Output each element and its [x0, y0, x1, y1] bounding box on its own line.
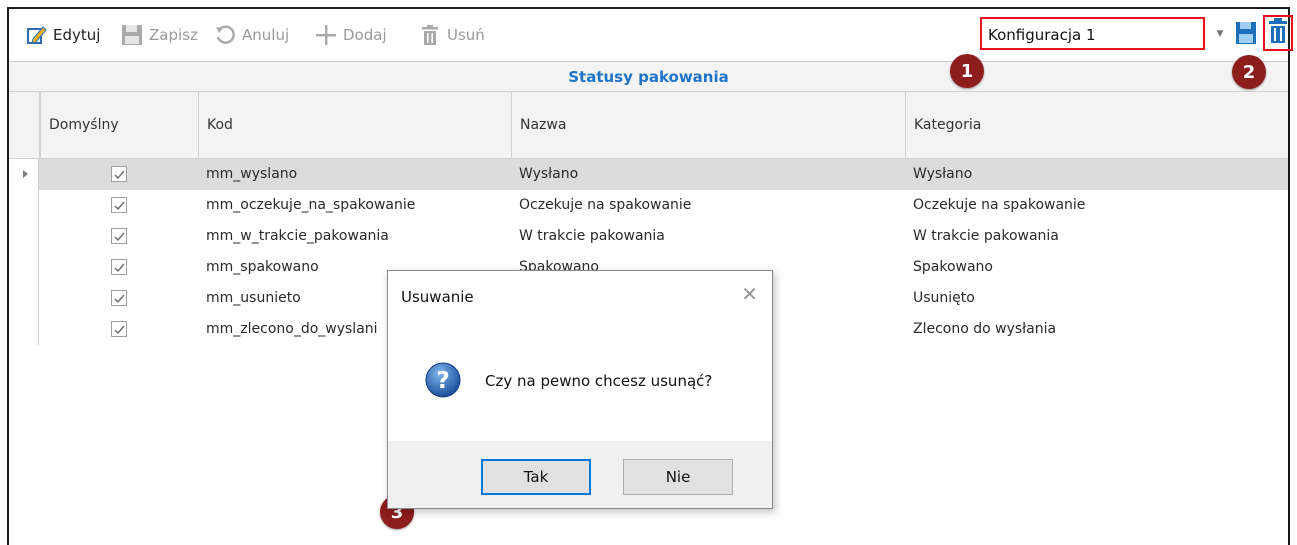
row-indicator-header	[9, 92, 40, 159]
row-pointer-icon	[23, 170, 28, 178]
column-header-default[interactable]: Domyślny	[40, 92, 198, 159]
toolbar: Edytuj Zapisz Anuluj Dodaj Usuń Konfigur…	[9, 9, 1293, 61]
column-header-category[interactable]: Kategoria	[905, 92, 1288, 159]
cell-code[interactable]: mm_wyslano	[198, 159, 511, 190]
edit-label: Edytuj	[53, 26, 101, 44]
trash-icon	[1268, 18, 1288, 48]
no-button[interactable]: Nie	[623, 459, 733, 495]
dialog-message: Czy na pewno chcesz usunąć?	[485, 372, 713, 390]
configuration-select[interactable]: Konfiguracja 1	[980, 17, 1205, 50]
row-indicator[interactable]	[9, 283, 39, 314]
table-row[interactable]: mm_w_trakcie_pakowania W trakcie pakowani…	[9, 221, 1288, 252]
delete-confirm-dialog: Usuwanie ✕ ? Czy na pewno chcesz usunąć?…	[387, 270, 773, 509]
cell-name[interactable]: Oczekuje na spakowanie	[511, 190, 905, 221]
add-button[interactable]: Dodaj	[315, 22, 387, 48]
cell-code[interactable]: mm_oczekuje_na_spakowanie	[198, 190, 511, 221]
svg-text:?: ?	[436, 368, 449, 394]
plus-icon	[315, 24, 337, 46]
marker-1: 1	[950, 54, 984, 88]
trash-icon	[419, 24, 441, 46]
cell-category[interactable]: W trakcie pakowania	[905, 221, 1288, 252]
grid-header: Domyślny Kod Nazwa Kategoria	[9, 92, 1288, 159]
cell-name[interactable]: W trakcie pakowania	[511, 221, 905, 252]
row-indicator[interactable]	[9, 252, 39, 283]
cell-category[interactable]: Usunięto	[905, 283, 1288, 314]
cell-category[interactable]: Spakowano	[905, 252, 1288, 283]
column-header-code[interactable]: Kod	[198, 92, 511, 159]
table-row[interactable]: mm_wyslano Wysłano Wysłano	[9, 159, 1288, 190]
default-checkbox[interactable]	[111, 197, 127, 213]
default-checkbox[interactable]	[111, 259, 127, 275]
cell-code[interactable]: mm_w_trakcie_pakowania	[198, 221, 511, 252]
row-indicator[interactable]	[9, 190, 39, 221]
cancel-button[interactable]: Anuluj	[214, 22, 289, 48]
yes-button[interactable]: Tak	[481, 459, 591, 495]
cell-name[interactable]: Wysłano	[511, 159, 905, 190]
default-checkbox[interactable]	[111, 228, 127, 244]
dialog-body: ? Czy na pewno chcesz usunąć?	[388, 321, 772, 441]
default-checkbox[interactable]	[111, 321, 127, 337]
row-indicator[interactable]	[9, 314, 39, 345]
marker-2: 2	[1232, 55, 1266, 89]
default-checkbox[interactable]	[111, 166, 127, 182]
dialog-footer: Tak Nie	[388, 441, 772, 508]
save-label: Zapisz	[149, 26, 198, 44]
row-indicator[interactable]	[9, 159, 39, 190]
edit-icon	[25, 24, 47, 46]
default-checkbox[interactable]	[111, 290, 127, 306]
grid-title: Statusy pakowania	[9, 62, 1288, 92]
cell-category[interactable]: Oczekuje na spakowanie	[905, 190, 1288, 221]
save-button[interactable]: Zapisz	[121, 22, 198, 48]
close-icon[interactable]: ✕	[741, 284, 758, 304]
edit-button[interactable]: Edytuj	[25, 22, 100, 48]
undo-icon	[214, 24, 236, 46]
table-row[interactable]: mm_oczekuje_na_spakowanie Oczekuje na spa…	[9, 190, 1288, 221]
delete-label: Usuń	[447, 26, 485, 44]
cancel-label: Anuluj	[242, 26, 290, 44]
row-indicator[interactable]	[9, 221, 39, 252]
column-header-name[interactable]: Nazwa	[511, 92, 905, 159]
delete-button[interactable]: Usuń	[419, 22, 485, 48]
dialog-title: Usuwanie	[401, 288, 474, 306]
add-label: Dodaj	[343, 26, 387, 44]
floppy-disk-icon	[121, 24, 143, 46]
cell-category[interactable]: Wysłano	[905, 159, 1288, 190]
question-icon: ?	[425, 362, 461, 398]
cell-category[interactable]: Zlecono do wysłania	[905, 314, 1288, 345]
chevron-down-icon[interactable]: ▼	[1211, 17, 1229, 50]
delete-config-button[interactable]	[1263, 15, 1293, 51]
save-config-icon[interactable]	[1235, 21, 1257, 45]
